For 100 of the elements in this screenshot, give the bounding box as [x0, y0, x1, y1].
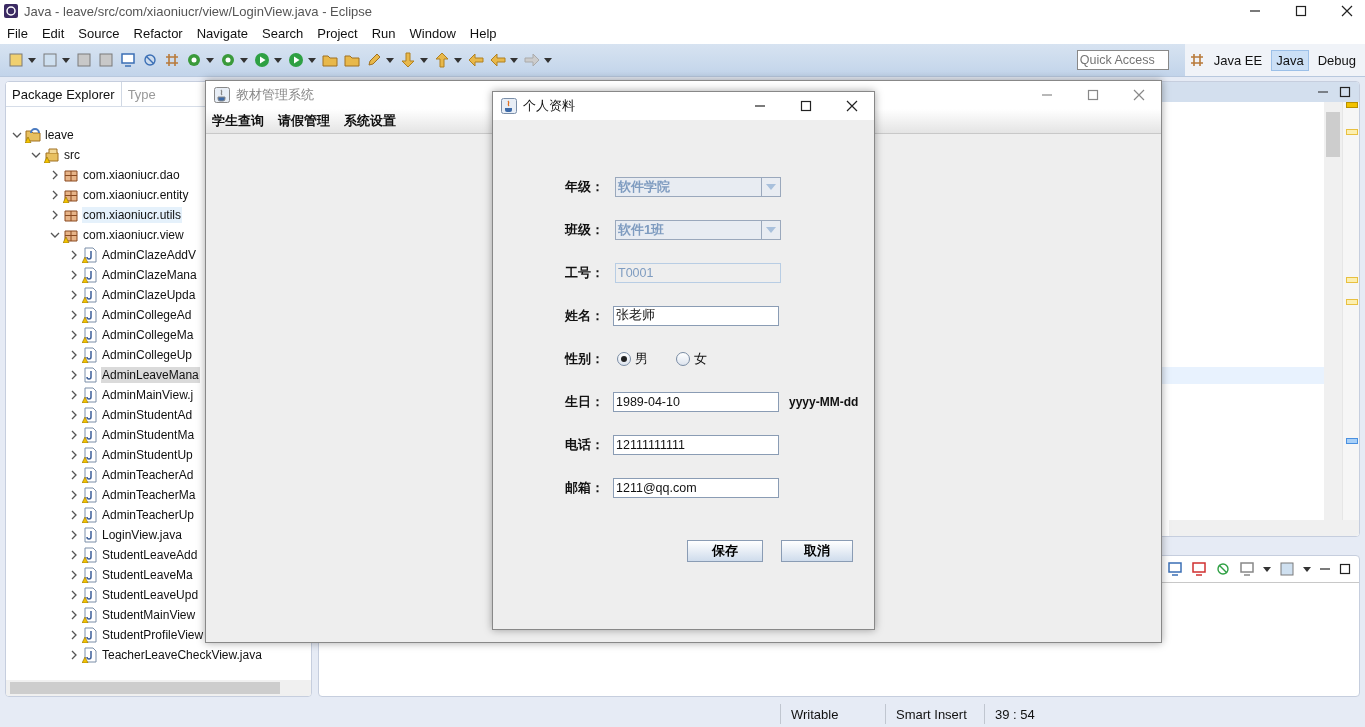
- maximize-icon[interactable]: [1339, 563, 1351, 575]
- tree-item[interactable]: AdminClazeMana: [101, 267, 198, 283]
- scrollbar[interactable]: [6, 680, 311, 696]
- chevron-right-icon[interactable]: [50, 170, 60, 180]
- chevron-right-icon[interactable]: [69, 470, 79, 480]
- chevron-right-icon[interactable]: [69, 530, 79, 540]
- caret-icon[interactable]: [308, 57, 316, 63]
- chevron-right-icon[interactable]: [69, 610, 79, 620]
- maximize-icon[interactable]: [1339, 86, 1351, 98]
- menu-item[interactable]: Window: [408, 25, 457, 41]
- perspective-button[interactable]: Java EE: [1208, 49, 1268, 71]
- tree-item[interactable]: AdminClazeAddV: [101, 247, 198, 263]
- menu-item[interactable]: Navigate: [195, 25, 249, 41]
- chevron-right-icon[interactable]: [69, 550, 79, 560]
- tree-item[interactable]: AdminCollegeUp: [101, 347, 194, 363]
- chevron-right-icon[interactable]: [69, 390, 79, 400]
- tree-item[interactable]: AdminStudentMa: [101, 427, 196, 443]
- tree-item[interactable]: StudentLeaveAdd: [101, 547, 199, 563]
- chevron-right-icon[interactable]: [69, 490, 79, 500]
- search-field[interactable]: Quick Access: [1076, 50, 1169, 70]
- caret-icon[interactable]: [274, 57, 282, 63]
- tree-item[interactable]: StudentLeaveMa: [101, 567, 194, 583]
- monitor-icon[interactable]: [1167, 561, 1183, 577]
- caret-icon[interactable]: [1263, 566, 1271, 572]
- caret-icon[interactable]: [28, 57, 36, 63]
- radio-label[interactable]: 男: [635, 349, 648, 368]
- chevron-right-icon[interactable]: [69, 650, 79, 660]
- input-field[interactable]: 1989-04-10: [613, 391, 779, 412]
- grid-icon[interactable]: [1188, 52, 1205, 68]
- chevron-right-icon[interactable]: [69, 590, 79, 600]
- radio-button[interactable]: [617, 351, 631, 366]
- menu-item[interactable]: Edit: [40, 25, 66, 41]
- tree-item[interactable]: com.xiaoniucr.dao: [82, 167, 181, 183]
- view-tab[interactable]: Package Explorer: [6, 82, 122, 106]
- chevron-right-icon[interactable]: [69, 270, 79, 280]
- input-field[interactable]: 1211@qq.com: [613, 477, 779, 498]
- monitor-icon[interactable]: [120, 52, 136, 68]
- chevron-right-icon[interactable]: [69, 630, 79, 640]
- chevron-right-icon[interactable]: [69, 450, 79, 460]
- caret-icon[interactable]: [206, 57, 214, 63]
- perspective-button[interactable]: Java: [1271, 49, 1309, 71]
- chevron-down-icon[interactable]: [50, 230, 60, 240]
- warning-marker[interactable]: [1346, 102, 1358, 108]
- caret-icon[interactable]: [420, 57, 428, 63]
- perspective-button[interactable]: Debug: [1312, 49, 1361, 71]
- scrollbar[interactable]: [1324, 102, 1342, 520]
- tree-item[interactable]: leave: [44, 127, 75, 143]
- caret-icon[interactable]: [510, 57, 518, 63]
- occurrence-marker[interactable]: [1346, 438, 1358, 444]
- tree-item[interactable]: StudentLeaveUpd: [101, 587, 200, 603]
- chevron-down-icon[interactable]: [12, 130, 22, 140]
- chevron-right-icon[interactable]: [69, 410, 79, 420]
- menu-item[interactable]: Project: [316, 25, 359, 41]
- menu-item[interactable]: 学生查询: [212, 112, 264, 130]
- chevron-right-icon[interactable]: [69, 350, 79, 360]
- chevron-right-icon[interactable]: [69, 370, 79, 380]
- tree-item[interactable]: AdminLeaveMana: [101, 367, 200, 383]
- tree-item[interactable]: AdminTeacherMa: [101, 487, 197, 503]
- caret-icon[interactable]: [386, 57, 394, 63]
- radio-label[interactable]: 女: [694, 349, 707, 368]
- caret-icon[interactable]: [240, 57, 248, 63]
- menu-item[interactable]: Help: [468, 25, 498, 41]
- chevron-down-icon[interactable]: [31, 150, 41, 160]
- menu-item[interactable]: File: [6, 25, 29, 41]
- menu-item[interactable]: Source: [77, 25, 121, 41]
- tree-item[interactable]: AdminStudentAd: [101, 407, 194, 423]
- monitor-icon[interactable]: [1191, 561, 1207, 577]
- maximize-icon[interactable]: [800, 100, 812, 112]
- input-field[interactable]: 张老师: [613, 305, 779, 326]
- scrollbar[interactable]: [1169, 520, 1359, 536]
- chevron-right-icon[interactable]: [50, 210, 60, 220]
- caret-icon[interactable]: [544, 57, 552, 63]
- tree-item[interactable]: AdminTeacherUp: [101, 507, 196, 523]
- input-field[interactable]: 12111111111: [613, 434, 779, 455]
- warning-marker[interactable]: [1346, 299, 1358, 305]
- tree-item[interactable]: com.xiaoniucr.entity: [82, 187, 190, 203]
- chevron-right-icon[interactable]: [69, 430, 79, 440]
- menu-item[interactable]: Search: [261, 25, 305, 41]
- chevron-right-icon[interactable]: [69, 510, 79, 520]
- tree-item[interactable]: AdminCollegeAd: [101, 307, 193, 323]
- chevron-right-icon[interactable]: [69, 570, 79, 580]
- restore-icon[interactable]: [1295, 5, 1307, 17]
- dialog-button[interactable]: 保存: [687, 540, 763, 562]
- tree-item[interactable]: LoginView.java: [101, 527, 183, 543]
- close-icon[interactable]: [1341, 5, 1353, 17]
- caret-icon[interactable]: [1303, 566, 1311, 572]
- tree-item[interactable]: TeacherLeaveCheckView.java: [101, 647, 263, 663]
- tree-item[interactable]: com.xiaoniucr.utils: [82, 207, 183, 223]
- caret-icon[interactable]: [62, 57, 70, 63]
- tree-item[interactable]: StudentProfileView: [101, 627, 205, 643]
- grid-icon[interactable]: [164, 52, 180, 68]
- tree-item[interactable]: AdminCollegeMa: [101, 327, 195, 343]
- dialog-button[interactable]: 取消: [781, 540, 853, 562]
- tree-item[interactable]: src: [63, 147, 81, 163]
- tree-item[interactable]: com.xiaoniucr.view: [82, 227, 185, 243]
- chevron-right-icon[interactable]: [69, 330, 79, 340]
- radio-button[interactable]: [676, 351, 690, 366]
- menu-item[interactable]: Refactor: [132, 25, 184, 41]
- chevron-right-icon[interactable]: [69, 290, 79, 300]
- arrow-left-icon[interactable]: [468, 52, 484, 68]
